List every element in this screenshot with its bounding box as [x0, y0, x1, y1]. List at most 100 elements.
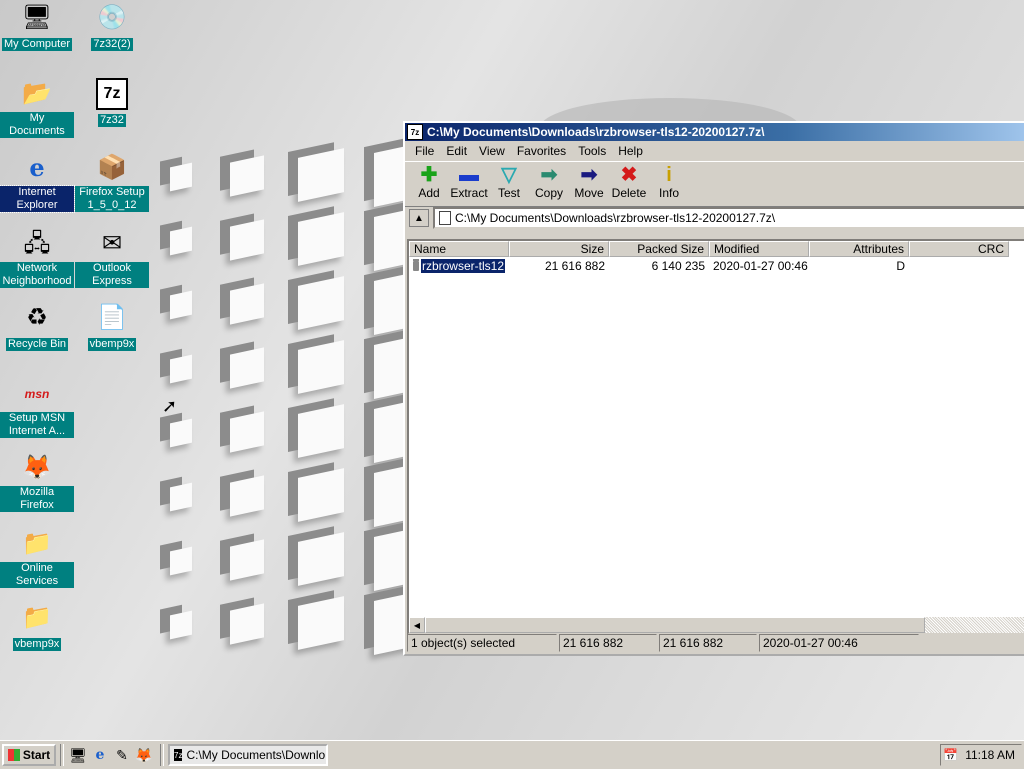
move-button[interactable]: ➡ Move	[569, 162, 609, 200]
show-desktop-icon[interactable]: 🖥	[68, 745, 88, 765]
desktop-icon-label: Firefox Setup 1_5_0_12	[75, 186, 149, 212]
7zip-icon: 7z	[174, 749, 183, 761]
menu-help[interactable]: Help	[618, 144, 643, 158]
7zip-window: 7z C:\My Documents\Downloads\rzbrowser-t…	[403, 121, 1024, 656]
desktop-icon-my-computer[interactable]: 🖥 My Computer	[0, 2, 74, 51]
address-text: C:\My Documents\Downloads\rzbrowser-tls1…	[455, 211, 776, 225]
window-title: C:\My Documents\Downloads\rzbrowser-tls1…	[427, 125, 765, 139]
mouse-cursor-icon: ➚	[162, 396, 178, 416]
firefox-icon[interactable]: 🦊	[134, 745, 154, 765]
address-field[interactable]: C:\My Documents\Downloads\rzbrowser-tls1…	[433, 207, 1024, 229]
info-button[interactable]: i Info	[649, 162, 689, 200]
my-computer-icon: 🖥	[21, 4, 53, 31]
test-button[interactable]: ▽ Test	[489, 162, 529, 200]
test-icon: ▽	[501, 164, 517, 186]
desktop-icon-setup-msn-internet-a[interactable]: msn Setup MSN Internet A...	[0, 378, 74, 438]
table-row[interactable]: rzbrowser-tls12 21 616 882 6 140 235 202…	[409, 257, 1024, 275]
wallpaper-tile	[170, 610, 192, 640]
row-size: 21 616 882	[544, 259, 605, 273]
file-icon	[439, 211, 451, 225]
copy-button[interactable]: ➡ Copy	[529, 162, 569, 200]
delete-icon: ✖	[620, 164, 638, 186]
menu-favorites[interactable]: Favorites	[517, 144, 566, 158]
wallpaper-tile	[298, 148, 344, 202]
address-bar: ▲ C:\My Documents\Downloads\rzbrowser-tl…	[405, 206, 1024, 229]
desktop-icon-label: 7z32	[98, 114, 126, 127]
add-button[interactable]: ✚ Add	[409, 162, 449, 200]
scroll-thumb[interactable]	[425, 617, 925, 633]
start-button[interactable]: Start	[2, 744, 56, 766]
wallpaper-tile	[170, 290, 192, 320]
wallpaper-tile	[230, 539, 264, 581]
scheduler-icon[interactable]: 📅	[943, 748, 958, 762]
desktop-icon-network-neighborhood[interactable]: 🖧 Network Neighborhood	[0, 228, 74, 288]
info-icon: i	[666, 164, 672, 186]
extract-icon: ▬	[459, 164, 479, 186]
desktop-icon-label: Internet Explorer	[0, 185, 75, 213]
desktop-icon-label: Outlook Express	[75, 262, 149, 288]
desktop-icon-recycle-bin[interactable]: ♻ Recycle Bin	[0, 302, 74, 351]
desktop-icon-7z32-2[interactable]: 💿 7z32(2)	[75, 2, 149, 51]
desktop-icon-vbemp9x[interactable]: 📄 vbemp9x	[75, 302, 149, 351]
wallpaper-tile	[170, 418, 192, 448]
scroll-left-icon[interactable]: ◀	[409, 617, 425, 633]
menu-tools[interactable]: Tools	[578, 144, 606, 158]
taskbar: Start 🖥 e ✎ 🦊 7z C:\My Documents\Downlo.…	[0, 740, 1024, 769]
desktop-icon-label: Mozilla Firefox	[0, 486, 74, 512]
row-name-cell: rzbrowser-tls12	[409, 259, 509, 273]
clock[interactable]: 11:18 AM	[965, 748, 1015, 762]
online-services-icon: 📁	[22, 530, 52, 557]
desktop-icon-my-documents[interactable]: 📂 My Documents	[0, 78, 74, 138]
toolbar-label: Info	[658, 186, 679, 200]
toolbar-label: Test	[497, 186, 520, 200]
desktop-icon-vbemp9x[interactable]: 📁 vbemp9x	[0, 602, 74, 651]
title-bar[interactable]: 7z C:\My Documents\Downloads\rzbrowser-t…	[405, 123, 1024, 141]
start-label: Start	[22, 748, 51, 762]
desktop-icon-online-services[interactable]: 📁 Online Services	[0, 528, 74, 588]
menu-edit[interactable]: Edit	[446, 144, 467, 158]
toolbar-label: Copy	[534, 186, 563, 200]
horizontal-scrollbar[interactable]: ◀	[409, 617, 1024, 633]
taskbar-separator	[160, 744, 164, 766]
wallpaper-tile	[298, 212, 344, 266]
folder-up-button[interactable]: ▲	[409, 209, 429, 227]
menu-view[interactable]: View	[479, 144, 505, 158]
wallpaper-tile	[170, 482, 192, 512]
column-name[interactable]: Name	[409, 241, 509, 257]
wallpaper-tile	[298, 404, 344, 458]
windows-logo-icon	[7, 749, 20, 761]
internet-explorer-icon: e	[29, 153, 45, 182]
desktop-icon-firefox-setup-1-5-0-12[interactable]: 📦 Firefox Setup 1_5_0_12	[75, 152, 149, 212]
menu-bar: File Edit View Favorites Tools Help	[405, 141, 1024, 161]
extract-button[interactable]: ▬ Extract	[449, 162, 489, 200]
7zip-icon: 7z	[407, 124, 423, 140]
desktop-icon-outlook-express[interactable]: ✉ Outlook Express	[75, 228, 149, 288]
row-packed-size: 6 140 235	[651, 259, 705, 273]
file-list[interactable]: Name Size Packed Size Modified Attribute…	[407, 239, 1024, 635]
wallpaper-tile	[230, 347, 264, 389]
desktop-icon-mozilla-firefox[interactable]: 🦊 Mozilla Firefox	[0, 452, 74, 512]
desktop-icon-7z32[interactable]: 7z 7z32	[75, 78, 149, 127]
menu-file[interactable]: File	[415, 144, 434, 158]
outlook-icon[interactable]: ✎	[112, 745, 132, 765]
desktop-icon-label: Network Neighborhood	[0, 262, 74, 288]
scroll-track[interactable]	[925, 617, 1024, 633]
wallpaper-tile	[170, 162, 192, 192]
toolbar-label: Extract	[450, 186, 488, 200]
wallpaper-tile	[230, 219, 264, 261]
desktop-icon-label: 7z32(2)	[91, 38, 133, 51]
column-size[interactable]: Size	[509, 241, 609, 257]
7z32-icon: 7z	[96, 78, 128, 110]
column-attributes[interactable]: Attributes	[809, 241, 909, 257]
column-modified[interactable]: Modified	[709, 241, 809, 257]
desktop-icon-internet-explorer[interactable]: e Internet Explorer	[0, 152, 75, 213]
vbemp9x-icon: 📁	[22, 604, 52, 631]
column-packed-size[interactable]: Packed Size	[609, 241, 709, 257]
desktop-icon-label: Recycle Bin	[5, 338, 69, 351]
delete-button[interactable]: ✖ Delete	[609, 162, 649, 200]
internet-explorer-icon[interactable]: e	[90, 745, 110, 765]
wallpaper-tile	[298, 276, 344, 330]
7z32-2-icon: 💿	[97, 4, 127, 31]
column-crc[interactable]: CRC	[909, 241, 1009, 257]
task-button-7zip[interactable]: 7z C:\My Documents\Downlo...	[168, 744, 328, 766]
